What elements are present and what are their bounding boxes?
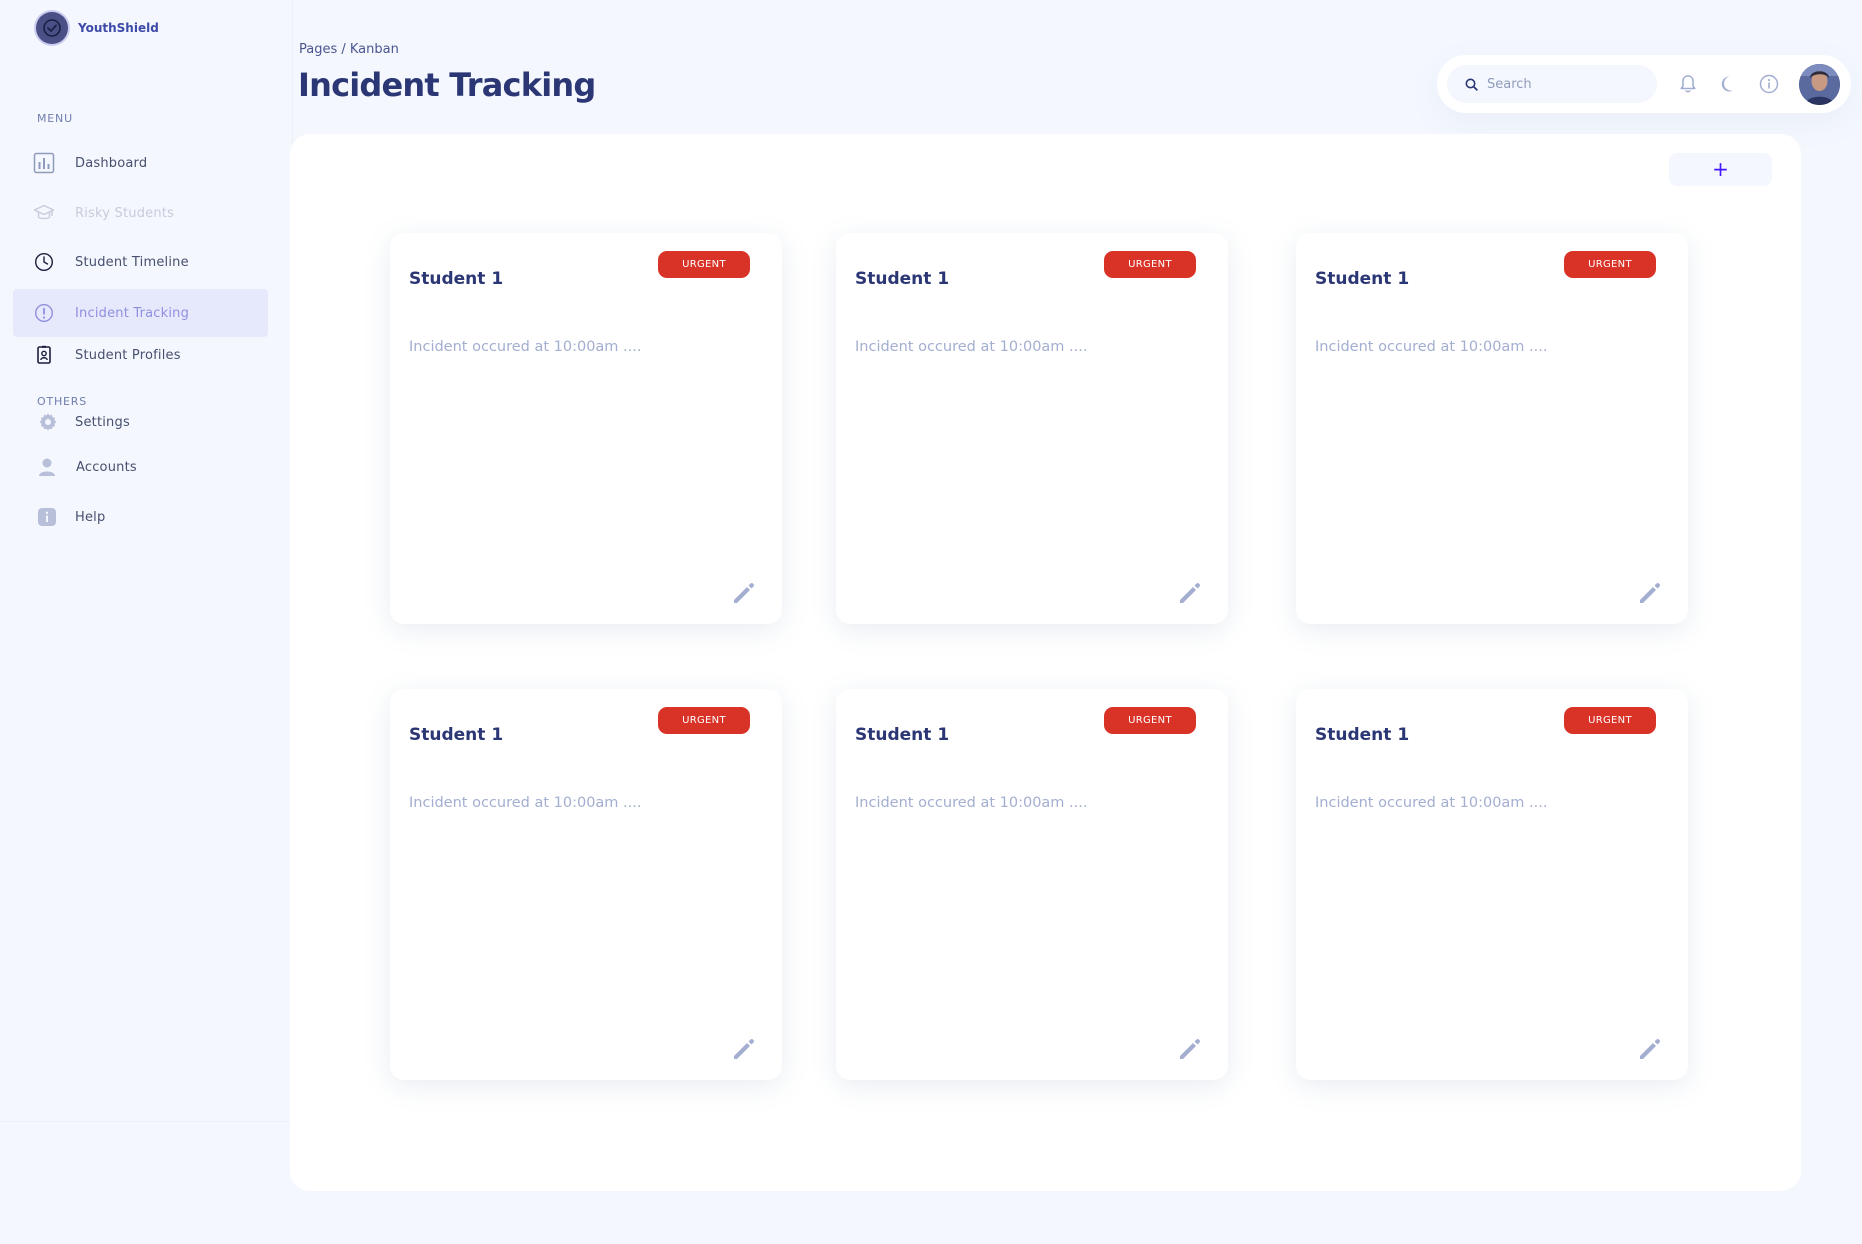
incident-card[interactable]: Student 1 URGENT Incident occured at 10:… xyxy=(836,689,1228,1080)
student-name: Student 1 xyxy=(855,725,950,745)
incident-description: Incident occured at 10:00am .... xyxy=(409,339,642,355)
clock-icon xyxy=(33,251,55,273)
sidebar-item-dashboard[interactable]: Dashboard xyxy=(13,139,268,187)
moon-icon[interactable] xyxy=(1718,73,1740,95)
bar-chart-icon xyxy=(33,152,55,174)
sidebar-item-settings[interactable]: Settings xyxy=(13,398,268,446)
user-icon xyxy=(36,456,58,478)
incident-description: Incident occured at 10:00am .... xyxy=(1315,795,1548,811)
edit-pencil-icon[interactable] xyxy=(729,578,759,608)
sidebar-item-label: Student Timeline xyxy=(75,254,189,270)
incident-description: Incident occured at 10:00am .... xyxy=(855,795,1088,811)
incident-card[interactable]: Student 1 URGENT Incident occured at 10:… xyxy=(836,233,1228,624)
student-name: Student 1 xyxy=(855,269,950,289)
gear-icon xyxy=(37,411,59,433)
edit-pencil-icon[interactable] xyxy=(1635,1034,1665,1064)
incident-card[interactable]: Student 1 URGENT Incident occured at 10:… xyxy=(1296,689,1688,1080)
graduation-cap-icon xyxy=(33,202,55,224)
urgent-badge: URGENT xyxy=(658,251,750,278)
kanban-board: + Student 1 URGENT Incident occured at 1… xyxy=(290,134,1801,1191)
sidebar-item-accounts[interactable]: Accounts xyxy=(13,443,268,491)
search-input[interactable] xyxy=(1487,76,1647,92)
incident-card[interactable]: Student 1 URGENT Incident occured at 10:… xyxy=(390,233,782,624)
topbar xyxy=(1437,55,1851,113)
edit-pencil-icon[interactable] xyxy=(1175,1034,1205,1064)
avatar[interactable] xyxy=(1799,64,1840,105)
edit-pencil-icon[interactable] xyxy=(1175,578,1205,608)
student-name: Student 1 xyxy=(409,269,504,289)
sidebar-item-student-timeline[interactable]: Student Timeline xyxy=(13,238,268,286)
info-icon xyxy=(36,506,58,528)
alert-icon xyxy=(33,302,55,324)
urgent-badge: URGENT xyxy=(1104,251,1196,278)
sidebar-item-label: Risky Students xyxy=(75,205,175,221)
sidebar-item-label: Accounts xyxy=(76,459,137,475)
id-badge-icon xyxy=(33,344,55,366)
student-name: Student 1 xyxy=(1315,269,1410,289)
sidebar-item-risky-students[interactable]: Risky Students xyxy=(13,189,268,237)
urgent-badge: URGENT xyxy=(1564,707,1656,734)
shield-check-logo-icon xyxy=(36,12,68,44)
page-title: Incident Tracking xyxy=(298,66,596,104)
incident-card[interactable]: Student 1 URGENT Incident occured at 10:… xyxy=(1296,233,1688,624)
sidebar: YouthShield MENU Dashboard Risky Student… xyxy=(0,0,293,1122)
incident-description: Incident occured at 10:00am .... xyxy=(855,339,1088,355)
incident-description: Incident occured at 10:00am .... xyxy=(1315,339,1548,355)
student-name: Student 1 xyxy=(1315,725,1410,745)
info-circle-icon[interactable] xyxy=(1758,73,1780,95)
sidebar-item-label: Help xyxy=(75,509,106,525)
sidebar-item-incident-tracking[interactable]: Incident Tracking xyxy=(13,289,268,337)
edit-pencil-icon[interactable] xyxy=(729,1034,759,1064)
urgent-badge: URGENT xyxy=(1564,251,1656,278)
breadcrumb[interactable]: Pages / Kanban xyxy=(299,42,399,57)
brand[interactable]: YouthShield xyxy=(36,12,159,44)
edit-pencil-icon[interactable] xyxy=(1635,578,1665,608)
sidebar-item-help[interactable]: Help xyxy=(13,493,268,541)
urgent-badge: URGENT xyxy=(658,707,750,734)
search-box[interactable] xyxy=(1447,65,1657,103)
student-name: Student 1 xyxy=(409,725,504,745)
add-incident-button[interactable]: + xyxy=(1669,153,1772,186)
sidebar-item-student-profiles[interactable]: Student Profiles xyxy=(13,331,268,379)
brand-name: YouthShield xyxy=(78,21,159,35)
urgent-badge: URGENT xyxy=(1104,707,1196,734)
search-icon xyxy=(1465,77,1479,91)
sidebar-item-label: Student Profiles xyxy=(75,347,181,363)
menu-section-label: MENU xyxy=(37,112,73,125)
bell-icon[interactable] xyxy=(1677,73,1699,95)
sidebar-item-label: Settings xyxy=(75,414,130,430)
sidebar-item-label: Dashboard xyxy=(75,155,148,171)
sidebar-item-label: Incident Tracking xyxy=(75,305,190,321)
incident-description: Incident occured at 10:00am .... xyxy=(409,795,642,811)
incident-card[interactable]: Student 1 URGENT Incident occured at 10:… xyxy=(390,689,782,1080)
